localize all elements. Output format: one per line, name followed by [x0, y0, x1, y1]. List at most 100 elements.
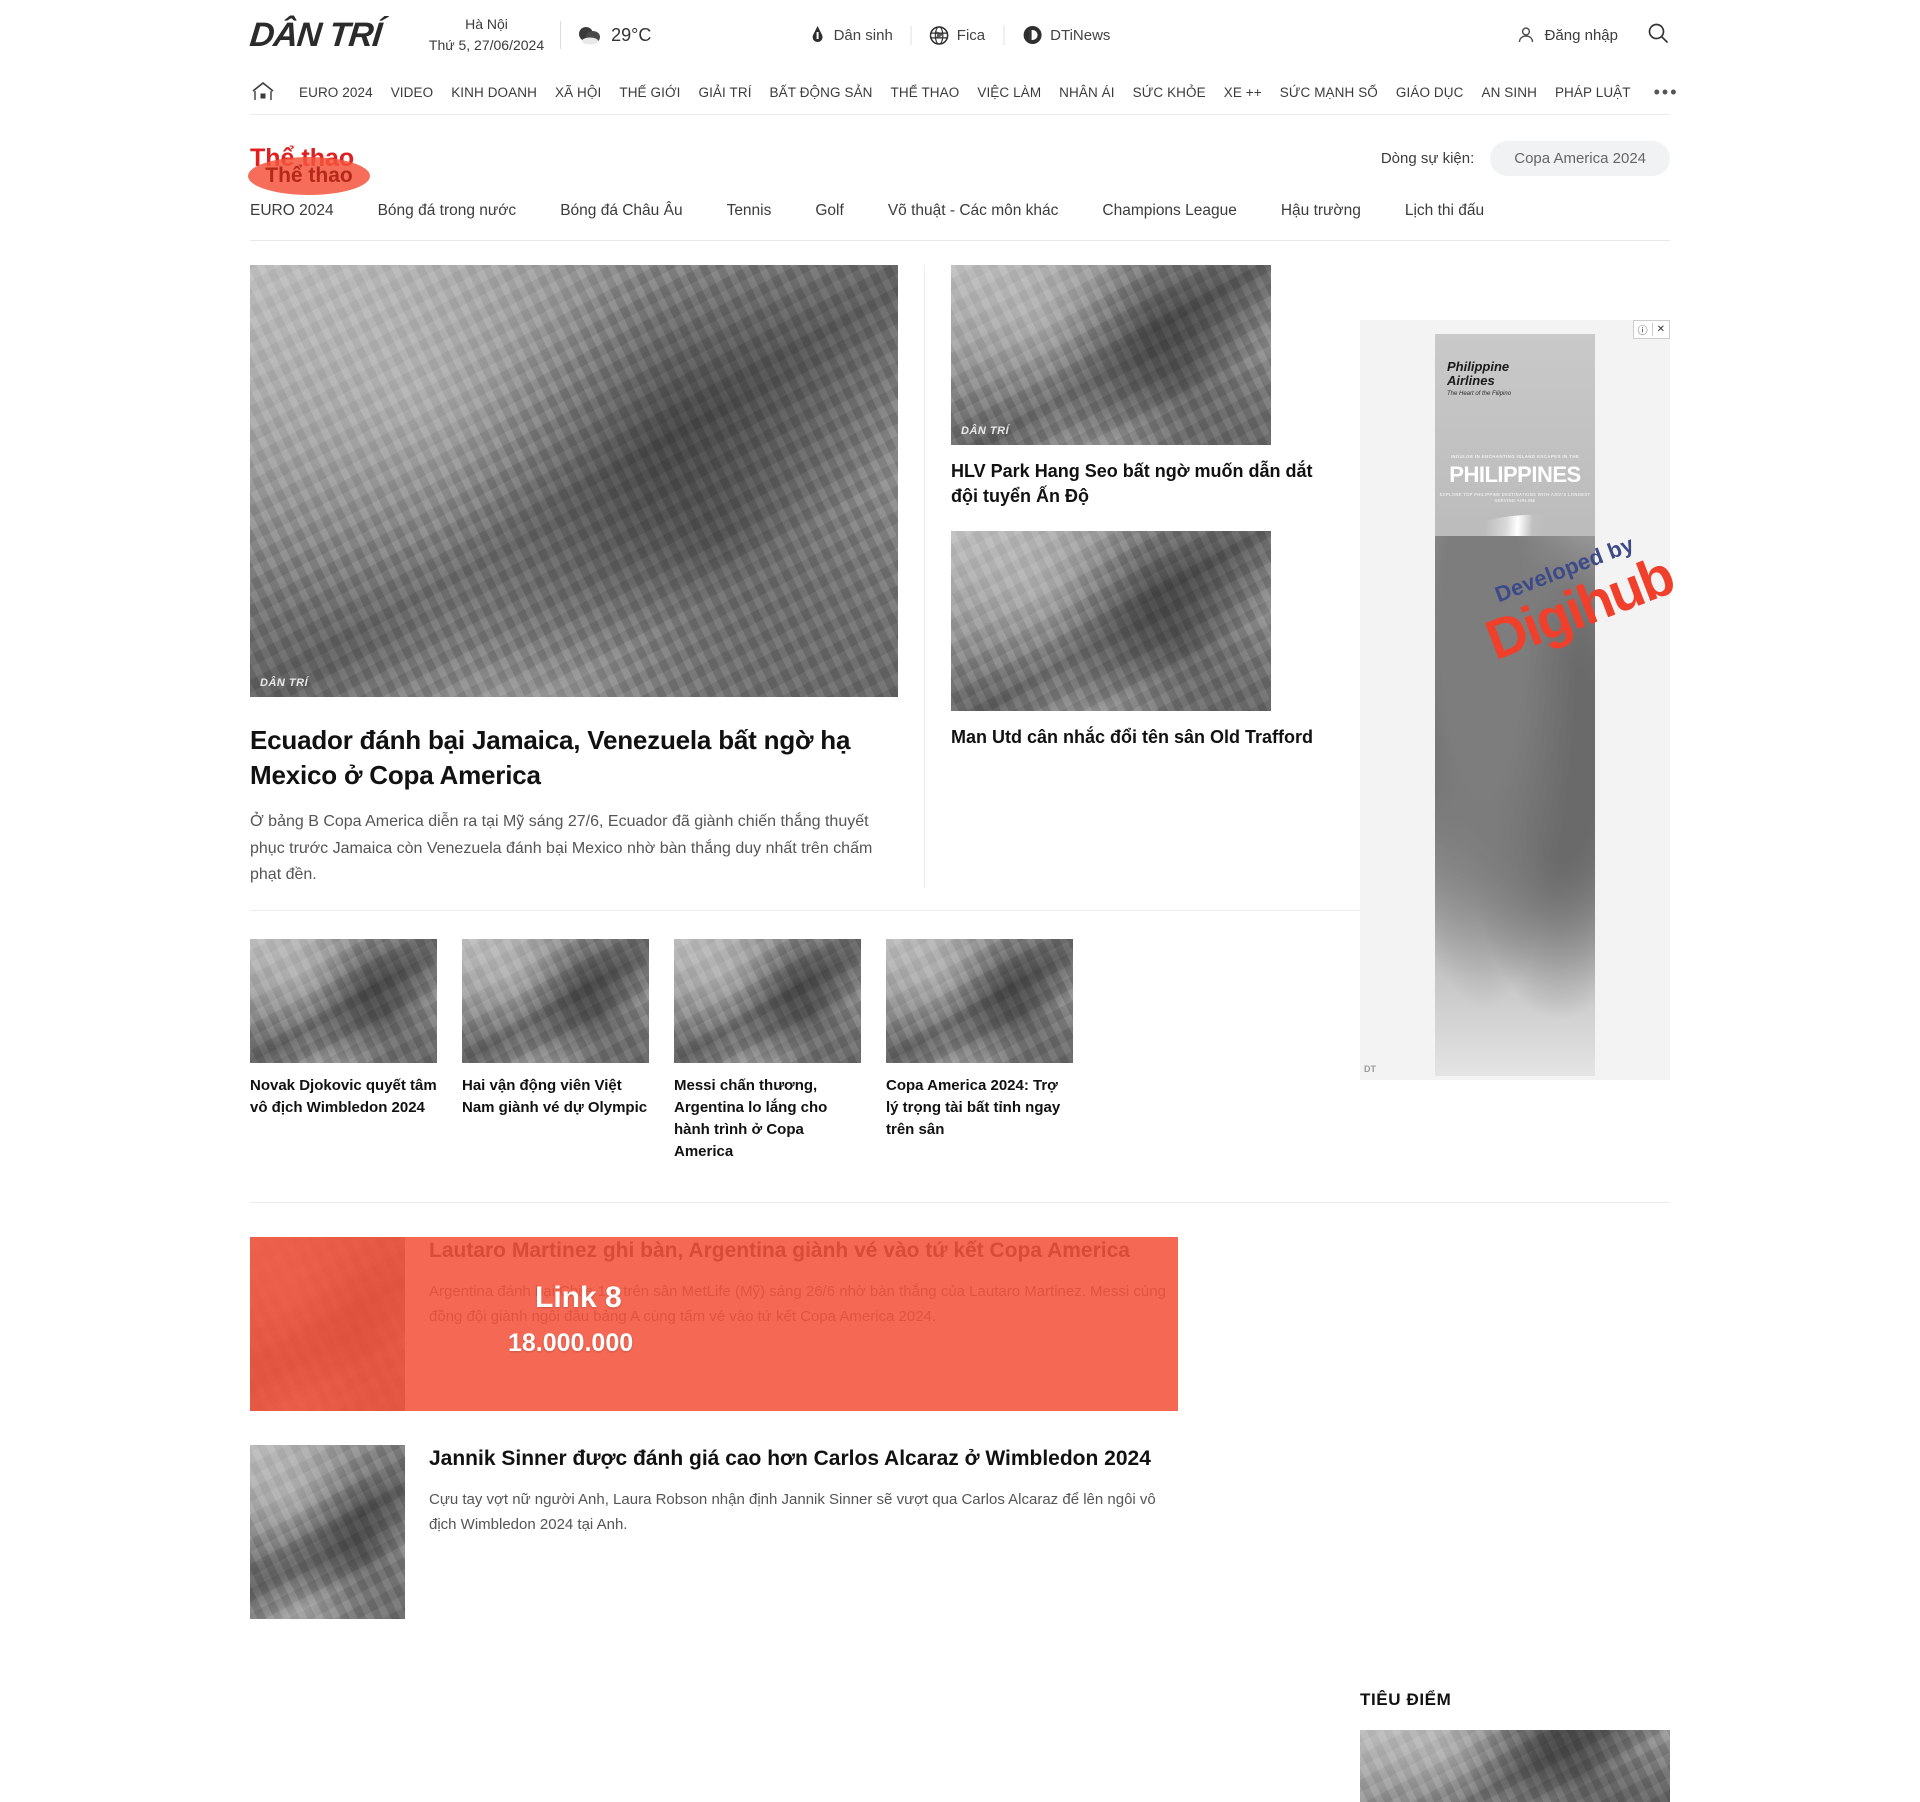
feature-image[interactable] [250, 1237, 405, 1412]
card-item[interactable]: Messi chấn thương, Argentina lo lắng cho… [674, 939, 861, 1162]
card-title[interactable]: Messi chấn thương, Argentina lo lắng cho… [674, 1075, 861, 1162]
brand-link-label: Fica [956, 26, 986, 44]
ad-brand-line1: Philippine [1447, 359, 1510, 374]
card-item[interactable]: Hai vận động viên Việt Nam giành vé dự O… [462, 939, 649, 1162]
ad-tagline: The Heart of the Filipino [1447, 391, 1512, 398]
brand-link-dan-sinh[interactable]: Dân sinh [792, 25, 911, 45]
subnav-item-vo-thuat[interactable]: Võ thuật - Các môn khác [888, 202, 1059, 220]
temperature-value: 29°C [611, 24, 652, 45]
ad-kicker: INDULGE IN ENCHANTING ISLAND ESCAPES IN … [1450, 454, 1580, 459]
nav-item-an-sinh[interactable]: AN SINH [1472, 85, 1545, 100]
brand-link-fica[interactable]: Fica [910, 25, 1003, 45]
subnav-item-euro-2024[interactable]: EURO 2024 [250, 202, 334, 220]
card-title[interactable]: Hai vận động viên Việt Nam giành vé dự O… [462, 1075, 649, 1119]
ad-brand-line2: Airlines [1447, 373, 1495, 389]
nav-item-bat-dong-san[interactable]: BẤT ĐỘNG SẢN [761, 85, 882, 100]
nav-home-button[interactable] [250, 80, 276, 104]
lead-article-title[interactable]: Ecuador đánh bại Jamaica, Venezuela bất … [250, 723, 898, 793]
site-header: DÂN TRÍ Hà Nội Thứ 5, 27/06/2024 29°C Dâ… [0, 0, 1920, 70]
image-watermark: DÂN TRÍ [260, 677, 309, 689]
weather-widget: Hà Nội Thứ 5, 27/06/2024 29°C [429, 14, 651, 56]
lead-article[interactable]: DÂN TRÍ Ecuador đánh bại Jamaica, Venezu… [250, 265, 898, 888]
tieu-diem-image[interactable] [1360, 1730, 1670, 1802]
nav-item-nhan-ai[interactable]: NHÂN ÁI [1050, 85, 1123, 100]
tieu-diem-section: TIÊU ĐIỂM [1360, 1690, 1670, 1802]
card-title[interactable]: Copa America 2024: Trợ lý trọng tài bất … [886, 1075, 1073, 1140]
brand-link-label: Dân sinh [833, 26, 893, 44]
close-icon[interactable]: ✕ [1651, 323, 1669, 336]
ad-choices-controls[interactable]: ⓘ ✕ [1632, 320, 1670, 339]
feature-list: Lautaro Martinez ghi bàn, Argentina giàn… [0, 1203, 1420, 1620]
feature-image[interactable] [250, 1445, 405, 1620]
event-stream-label: Dòng sự kiện: [1380, 150, 1475, 167]
subnav-item-tennis[interactable]: Tennis [727, 202, 772, 220]
nav-item-xe[interactable]: XE ++ [1215, 85, 1271, 100]
search-icon [1648, 23, 1668, 43]
card-title[interactable]: Novak Djokovic quyết tâm vô địch Wimbled… [250, 1075, 437, 1119]
user-icon [1518, 27, 1533, 43]
date-label: Thứ 5, 27/06/2024 [428, 37, 545, 53]
feature-item-2[interactable]: Jannik Sinner được đánh giá cao hơn Carl… [250, 1445, 1170, 1620]
brand-link-label: DTiNews [1050, 26, 1111, 44]
subnav-item-champions-league[interactable]: Champions League [1102, 202, 1236, 220]
feature-title[interactable]: Lautaro Martinez ghi bàn, Argentina giàn… [429, 1237, 1170, 1266]
ad-creative[interactable]: Philippine Airlines The Heart of the Fil… [1435, 334, 1595, 1076]
login-button[interactable]: Đăng nhập [1516, 25, 1618, 45]
subnav-item-golf[interactable]: Golf [815, 202, 843, 220]
ad-ocean-background [1435, 536, 1595, 1076]
card-image[interactable] [250, 939, 437, 1064]
lead-article-desc: Ở bảng B Copa America diễn ra tại Mỹ sán… [250, 813, 873, 883]
nav-item-the-thao[interactable]: THỂ THAO [882, 85, 969, 100]
column-divider [924, 265, 925, 889]
login-label: Đăng nhập [1544, 26, 1618, 44]
nav-item-giai-tri[interactable]: GIẢI TRÍ [689, 85, 760, 100]
subnav-item-bong-da-trong-nuoc[interactable]: Bóng đá trong nước [378, 202, 517, 220]
nav-item-xa-hoi[interactable]: XÃ HỘI [546, 85, 610, 100]
card-image[interactable] [674, 939, 861, 1064]
nav-item-the-gioi[interactable]: THẾ GIỚI [610, 85, 689, 100]
main-nav: EURO 2024 VIDEO KINH DOANH XÃ HỘI THẾ GI… [0, 70, 1920, 114]
lead-article-image[interactable]: DÂN TRÍ [250, 265, 898, 697]
nav-item-kinh-doanh[interactable]: KINH DOANH [442, 85, 546, 100]
side-article-title[interactable]: Man Utd cân nhắc đổi tên sân Old Traffor… [951, 725, 1331, 750]
side-article-title[interactable]: HLV Park Hang Seo bất ngờ muốn dẫn dắt đ… [951, 459, 1331, 509]
side-article-1[interactable]: DÂN TRÍ HLV Park Hang Seo bất ngờ muốn d… [951, 265, 1331, 509]
ad-subline: EXPLORE TOP PHILIPPINE DESTINATIONS WITH… [1439, 492, 1591, 504]
side-article-image[interactable]: DÂN TRÍ [951, 265, 1271, 445]
nav-item-video[interactable]: VIDEO [382, 85, 443, 100]
card-item[interactable]: Novak Djokovic quyết tâm vô địch Wimbled… [250, 939, 437, 1162]
side-article-image[interactable] [951, 531, 1271, 712]
card-image[interactable] [462, 939, 649, 1064]
subnav-item-lich-thi-dau[interactable]: Lịch thi đấu [1405, 202, 1484, 220]
side-article-list: DÂN TRÍ HLV Park Hang Seo bất ngờ muốn d… [951, 265, 1331, 773]
image-watermark: DÂN TRÍ [961, 425, 1010, 437]
site-logo[interactable]: DÂN TRÍ [248, 16, 383, 55]
ad-watermark: DT [1364, 1064, 1376, 1074]
subnav-item-hau-truong[interactable]: Hậu trường [1281, 202, 1361, 220]
nav-item-suc-khoe[interactable]: SỨC KHỎE [1124, 85, 1215, 100]
card-image[interactable] [886, 939, 1073, 1064]
event-stream-chip[interactable]: Copa America 2024 [1490, 141, 1670, 176]
page-root: DÂN TRÍ Hà Nội Thứ 5, 27/06/2024 29°C Dâ… [0, 0, 1920, 1802]
nav-item-viec-lam[interactable]: VIỆC LÀM [968, 85, 1050, 100]
city-date: Hà Nội Thứ 5, 27/06/2024 [429, 14, 544, 56]
tieu-diem-title: TIÊU ĐIỂM [1360, 1690, 1452, 1709]
ad-brand-logo: Philippine Airlines The Heart of the Fil… [1447, 359, 1585, 398]
search-button[interactable] [1646, 21, 1670, 50]
brand-link-dtinews[interactable]: DTiNews [1003, 25, 1128, 45]
feature-body: Jannik Sinner được đánh giá cao hơn Carl… [429, 1445, 1170, 1619]
d-circle-icon [1023, 26, 1042, 44]
info-icon[interactable]: ⓘ [1634, 321, 1652, 338]
card-item[interactable]: Copa America 2024: Trợ lý trọng tài bất … [886, 939, 1073, 1162]
nav-item-giao-duc[interactable]: GIÁO DỤC [1387, 85, 1473, 100]
nav-more-button[interactable]: ••• [1640, 82, 1679, 103]
feature-title[interactable]: Jannik Sinner được đánh giá cao hơn Carl… [429, 1445, 1170, 1474]
advertisement[interactable]: Philippine Airlines The Heart of the Fil… [1360, 320, 1670, 1080]
nav-item-euro-2024[interactable]: EURO 2024 [290, 85, 382, 100]
nav-item-suc-manh-so[interactable]: SỨC MẠNH SỐ [1271, 85, 1387, 100]
temperature-widget: 29°C [577, 22, 651, 49]
subnav-item-bong-da-chau-au[interactable]: Bóng đá Châu Âu [560, 202, 682, 220]
nav-item-phap-luat[interactable]: PHÁP LUẬT [1546, 85, 1640, 100]
feature-item-1[interactable]: Lautaro Martinez ghi bàn, Argentina giàn… [250, 1237, 1178, 1412]
side-article-2[interactable]: Man Utd cân nhắc đổi tên sân Old Traffor… [951, 531, 1331, 750]
